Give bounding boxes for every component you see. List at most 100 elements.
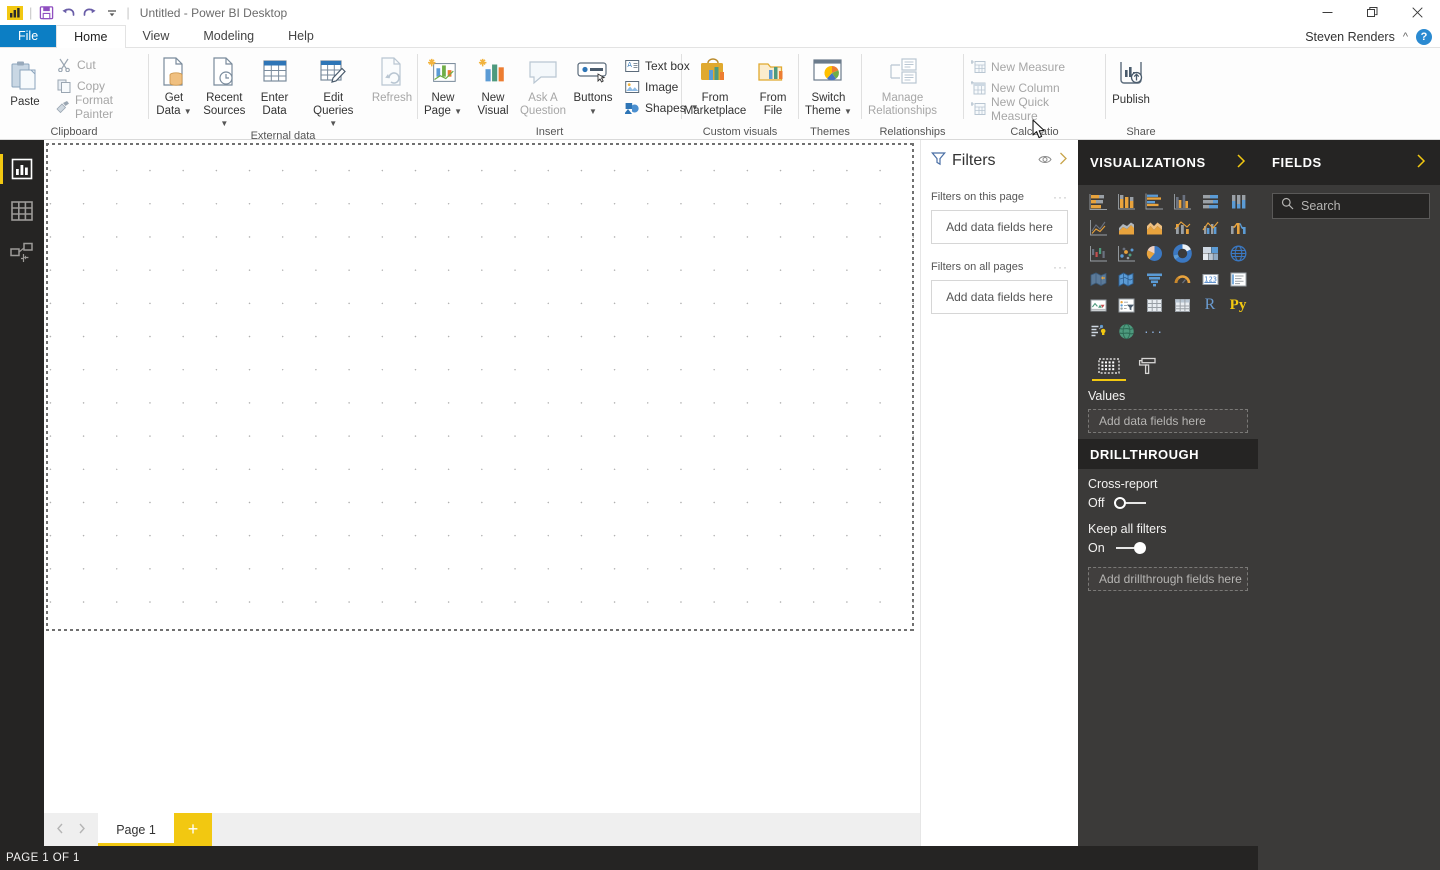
buttons-button[interactable]: Buttons ▼ [568,52,618,117]
eye-icon[interactable] [1038,152,1052,170]
edit-queries-caret-icon[interactable]: ▼ [329,119,337,128]
arcgis-maps-icon[interactable] [1112,319,1140,343]
matrix-icon[interactable] [1168,293,1196,317]
map-icon[interactable] [1224,241,1252,265]
area-chart-icon[interactable] [1112,215,1140,239]
tab-fields[interactable] [1092,353,1126,381]
keep-all-filters-toggle[interactable] [1114,541,1148,555]
sidebar-item-model-view[interactable] [0,232,44,274]
gauge-icon[interactable] [1168,267,1196,291]
donut-chart-icon[interactable] [1168,241,1196,265]
format-painter-button[interactable]: Format Painter [50,93,148,121]
table-icon[interactable] [1140,293,1168,317]
fields-expand-icon[interactable] [1416,153,1426,172]
tab-modeling[interactable]: Modeling [186,25,271,47]
filters-this-page-menu-icon[interactable]: ··· [1053,190,1068,204]
line-stacked-column-chart-icon[interactable] [1168,215,1196,239]
funnel-chart-icon[interactable] [1140,267,1168,291]
help-icon[interactable]: ? [1416,28,1432,45]
slicer-icon[interactable] [1112,293,1140,317]
filters-all-pages-menu-icon[interactable]: ··· [1053,260,1068,274]
report-page-canvas[interactable] [46,143,914,631]
from-marketplace-button[interactable]: From Marketplace [682,52,748,117]
new-page-caret-icon[interactable]: ▼ [454,107,462,116]
treemap-icon[interactable] [1196,241,1224,265]
tab-help[interactable]: Help [271,25,331,47]
kpi-icon[interactable] [1084,293,1112,317]
visualizations-expand-icon[interactable] [1236,153,1246,172]
chevron-up-icon[interactable]: ^ [1401,31,1410,43]
ribbon-chart-icon[interactable] [1224,215,1252,239]
signed-in-user[interactable]: Steven Renders [1305,30,1395,44]
manage-relationships-button[interactable]: Manage Relationships [862,52,943,117]
filled-map-icon[interactable] [1084,267,1112,291]
chevron-left-icon[interactable] [56,823,64,837]
minimize-button[interactable] [1305,0,1350,25]
stacked-column-chart-icon[interactable] [1112,189,1140,213]
switch-theme-caret-icon[interactable]: ▼ [844,107,852,116]
new-page-button[interactable]: New Page ▼ [418,52,468,117]
line-chart-icon[interactable] [1084,215,1112,239]
filters-this-page-dropzone[interactable]: Add data fields here [931,210,1068,244]
new-visual-button[interactable]: New Visual [468,52,518,117]
fields-grid-icon [1098,358,1120,374]
tab-view[interactable]: View [126,25,187,47]
tab-home[interactable]: Home [56,25,126,48]
buttons-caret-icon[interactable]: ▼ [589,107,597,116]
multi-row-card-icon[interactable] [1224,267,1252,291]
filters-panel-header: Filters [931,148,1068,174]
save-icon[interactable] [35,2,57,24]
publish-button[interactable]: Publish [1106,52,1156,107]
enter-data-button[interactable]: Enter Data [250,52,300,117]
key-influencers-icon[interactable] [1084,319,1112,343]
tab-file[interactable]: File [0,25,57,47]
line-clustered-column-chart-icon[interactable] [1196,215,1224,239]
new-measure-button[interactable]: New Measure [964,56,1105,77]
report-canvas-area[interactable] [44,140,920,813]
sidebar-item-data-view[interactable] [0,190,44,232]
fields-search-box[interactable] [1272,193,1430,219]
scatter-chart-icon[interactable] [1112,241,1140,265]
cross-report-toggle[interactable] [1114,496,1148,510]
new-quick-measure-button[interactable]: New Quick Measure [964,95,1105,123]
close-button[interactable] [1395,0,1440,25]
restore-button[interactable] [1350,0,1395,25]
sidebar-item-report-view[interactable] [0,148,44,190]
undo-icon[interactable] [57,2,79,24]
values-well-dropzone[interactable]: Add data fields here [1088,409,1248,433]
from-file-button[interactable]: From File [748,52,798,117]
cut-button[interactable]: Cut [50,54,148,75]
refresh-button[interactable]: Refresh [367,52,417,105]
chevron-right-icon[interactable] [78,823,86,837]
python-visual-icon[interactable]: Py [1224,293,1252,317]
stacked-bar-chart-icon[interactable] [1084,189,1112,213]
stacked-area-chart-icon[interactable] [1140,215,1168,239]
100-percent-stacked-bar-chart-icon[interactable] [1196,189,1224,213]
get-data-caret-icon[interactable]: ▼ [184,107,192,116]
search-input[interactable] [1301,199,1421,213]
recent-sources-button[interactable]: Recent Sources ▼ [199,52,250,130]
tab-format[interactable] [1138,353,1158,379]
more-options-icon[interactable]: ··· [1140,319,1168,343]
add-page-button[interactable]: + [174,813,212,846]
page-tab-page-1[interactable]: Page 1 [98,813,174,846]
filters-all-pages-dropzone[interactable]: Add data fields here [931,280,1068,314]
card-icon[interactable]: 123 [1196,267,1224,291]
edit-queries-button[interactable]: Edit Queries ▼ [308,52,358,130]
pie-chart-icon[interactable] [1140,241,1168,265]
customize-quick-access-icon[interactable] [101,2,123,24]
redo-icon[interactable] [79,2,101,24]
recent-sources-caret-icon[interactable]: ▼ [220,119,228,128]
shape-map-icon[interactable] [1112,267,1140,291]
switch-theme-button[interactable]: Switch Theme ▼ [799,52,858,117]
ask-a-question-button[interactable]: Ask A Question [518,52,568,117]
waterfall-chart-icon[interactable] [1084,241,1112,265]
clustered-column-chart-icon[interactable] [1168,189,1196,213]
100-percent-stacked-column-chart-icon[interactable] [1224,189,1252,213]
paste-button[interactable]: Paste [0,52,50,109]
drillthrough-dropzone[interactable]: Add drillthrough fields here [1088,567,1248,591]
r-script-visual-icon[interactable]: R [1196,293,1224,317]
clustered-bar-chart-icon[interactable] [1140,189,1168,213]
chevron-right-icon[interactable] [1059,152,1068,170]
get-data-button[interactable]: Get Data ▼ [149,52,199,117]
